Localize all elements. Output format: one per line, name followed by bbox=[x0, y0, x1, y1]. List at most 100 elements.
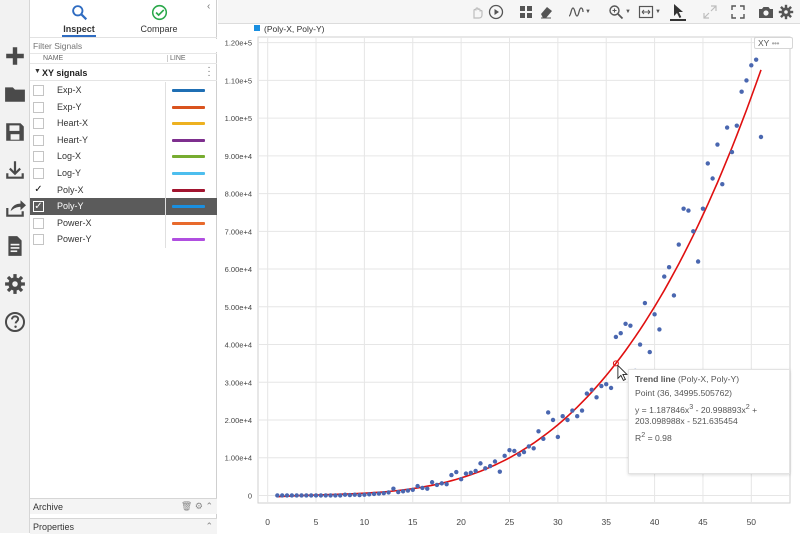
data-point bbox=[333, 493, 338, 498]
tooltip-equation: y = 1.187846x3 - 20.998893x2 + 203.09898… bbox=[635, 402, 783, 427]
signal-checkbox[interactable]: ✓ bbox=[33, 201, 44, 213]
y-tick-label: 8.00e+4 bbox=[225, 190, 252, 199]
signal-row[interactable]: Exp-X bbox=[30, 82, 217, 99]
data-point bbox=[338, 493, 343, 498]
left-toolbar bbox=[0, 0, 30, 533]
signal-row[interactable]: Log-X bbox=[30, 148, 217, 166]
expand-icon[interactable] bbox=[702, 3, 718, 21]
kebab-menu-icon[interactable]: · · · bbox=[206, 63, 212, 81]
share-icon[interactable] bbox=[3, 196, 27, 220]
data-point bbox=[681, 206, 686, 211]
data-point bbox=[415, 483, 420, 489]
cursor-icon[interactable] bbox=[670, 3, 686, 21]
help-icon[interactable] bbox=[3, 310, 27, 334]
tab-inspect[interactable]: Inspect bbox=[44, 0, 114, 38]
signal-table-header: NAME LINE bbox=[30, 53, 217, 64]
gear-icon[interactable]: ⚙ bbox=[195, 501, 203, 511]
data-point bbox=[342, 492, 348, 497]
zoom-icon[interactable]: ▼ bbox=[608, 3, 631, 21]
fullscreen-icon[interactable] bbox=[730, 3, 746, 21]
data-point bbox=[560, 414, 565, 419]
data-point bbox=[318, 493, 324, 498]
line-style-swatch[interactable] bbox=[172, 155, 205, 159]
y-tick-label: 2.00e+4 bbox=[225, 416, 252, 425]
signal-checkbox[interactable]: ✓ bbox=[33, 184, 44, 196]
signal-row[interactable]: ✓ Poly-X bbox=[30, 181, 217, 199]
data-point bbox=[468, 470, 473, 476]
data-point bbox=[589, 387, 594, 393]
data-point bbox=[628, 323, 633, 328]
plus-icon[interactable] bbox=[3, 44, 27, 68]
properties-section[interactable]: Properties ⌃ bbox=[30, 518, 217, 534]
line-style-swatch[interactable] bbox=[172, 122, 205, 126]
signal-checkbox[interactable] bbox=[33, 101, 44, 113]
signal-checkbox[interactable] bbox=[33, 217, 44, 229]
signal-row[interactable]: ✓ Poly-Y bbox=[30, 198, 217, 216]
camera-icon[interactable] bbox=[758, 3, 774, 21]
data-point bbox=[700, 206, 706, 211]
line-style-swatch[interactable] bbox=[172, 238, 205, 242]
line-style-swatch[interactable] bbox=[172, 221, 205, 225]
signal-checkbox[interactable] bbox=[33, 151, 44, 163]
eq-part3: + bbox=[749, 404, 758, 415]
x-tick-label: 45 bbox=[698, 517, 708, 527]
data-point bbox=[570, 408, 575, 413]
line-style-swatch[interactable] bbox=[172, 172, 205, 175]
xy-plot-tag[interactable]: XY ••• bbox=[754, 37, 793, 49]
document-icon[interactable] bbox=[3, 234, 27, 258]
fit-view-icon[interactable]: ▼ bbox=[638, 3, 661, 21]
folder-icon[interactable] bbox=[3, 82, 27, 106]
data-point bbox=[734, 123, 739, 128]
x-tick-label: 10 bbox=[360, 517, 370, 527]
signal-checkbox[interactable] bbox=[33, 168, 44, 179]
line-style-swatch[interactable] bbox=[172, 105, 205, 109]
trash-icon[interactable]: 🗑 bbox=[181, 501, 192, 511]
x-tick-label: 50 bbox=[747, 517, 757, 527]
line-style-swatch[interactable] bbox=[172, 188, 205, 192]
column-divider bbox=[165, 165, 166, 182]
data-point bbox=[618, 331, 623, 336]
filter-signals-input[interactable] bbox=[30, 39, 217, 52]
data-point bbox=[565, 417, 570, 423]
line-style-swatch[interactable] bbox=[172, 205, 205, 209]
tab-compare[interactable]: Compare bbox=[124, 0, 194, 38]
layout-grid-icon[interactable] bbox=[518, 3, 534, 21]
chevron-up-icon[interactable]: ⌃ bbox=[205, 521, 213, 532]
signal-row[interactable]: Heart-X bbox=[30, 115, 217, 133]
data-point bbox=[637, 342, 643, 347]
play-icon[interactable] bbox=[488, 3, 504, 21]
more-options-icon[interactable]: ••• bbox=[772, 38, 780, 48]
pan-hand-icon[interactable] bbox=[469, 3, 485, 21]
signal-row[interactable]: Heart-Y bbox=[30, 131, 217, 149]
signal-checkbox[interactable] bbox=[33, 234, 44, 246]
signals-panel: Inspect Compare ‹ NAME LINE ▼ XY signals… bbox=[30, 0, 217, 534]
check-circle-icon bbox=[151, 4, 168, 21]
save-icon[interactable] bbox=[3, 120, 27, 144]
line-style-swatch[interactable] bbox=[172, 138, 205, 142]
settings-icon[interactable] bbox=[778, 3, 794, 21]
signal-row[interactable]: Power-Y bbox=[30, 231, 217, 249]
tooltip-r2: R2 = 0.98 bbox=[635, 430, 783, 444]
data-point bbox=[720, 181, 725, 187]
signal-row[interactable]: Exp-Y bbox=[30, 98, 217, 116]
column-divider bbox=[165, 214, 166, 232]
collapse-panel-icon[interactable]: ‹ bbox=[207, 2, 215, 12]
chevron-up-icon[interactable]: ⌃ bbox=[205, 501, 213, 511]
download-icon[interactable] bbox=[3, 158, 27, 182]
gear-icon[interactable] bbox=[3, 272, 27, 296]
signal-checkbox[interactable] bbox=[33, 134, 44, 146]
group-xy-signals[interactable]: ▼ XY signals · · · bbox=[30, 63, 217, 81]
data-point bbox=[671, 293, 677, 298]
signal-row[interactable]: Power-X bbox=[30, 214, 217, 232]
signal-checkbox[interactable] bbox=[33, 85, 44, 96]
signal-row[interactable]: Log-Y bbox=[30, 165, 217, 182]
caret-down-icon[interactable]: ▼ bbox=[34, 68, 41, 75]
plot-area[interactable]: 0 5 10 15 20 25 30 35 40 45 50 0 1.00e+4 2.00e+4 3.00e… bbox=[218, 24, 800, 533]
x-tick-label: 5 bbox=[314, 517, 319, 527]
eraser-icon[interactable] bbox=[538, 3, 554, 21]
archive-section[interactable]: Archive 🗑 ⚙ ⌃ bbox=[30, 498, 217, 514]
data-point bbox=[304, 493, 309, 498]
signal-checkbox[interactable] bbox=[33, 118, 44, 130]
line-style-swatch[interactable] bbox=[172, 89, 205, 92]
signal-wave-icon[interactable]: ▼ bbox=[568, 3, 591, 21]
